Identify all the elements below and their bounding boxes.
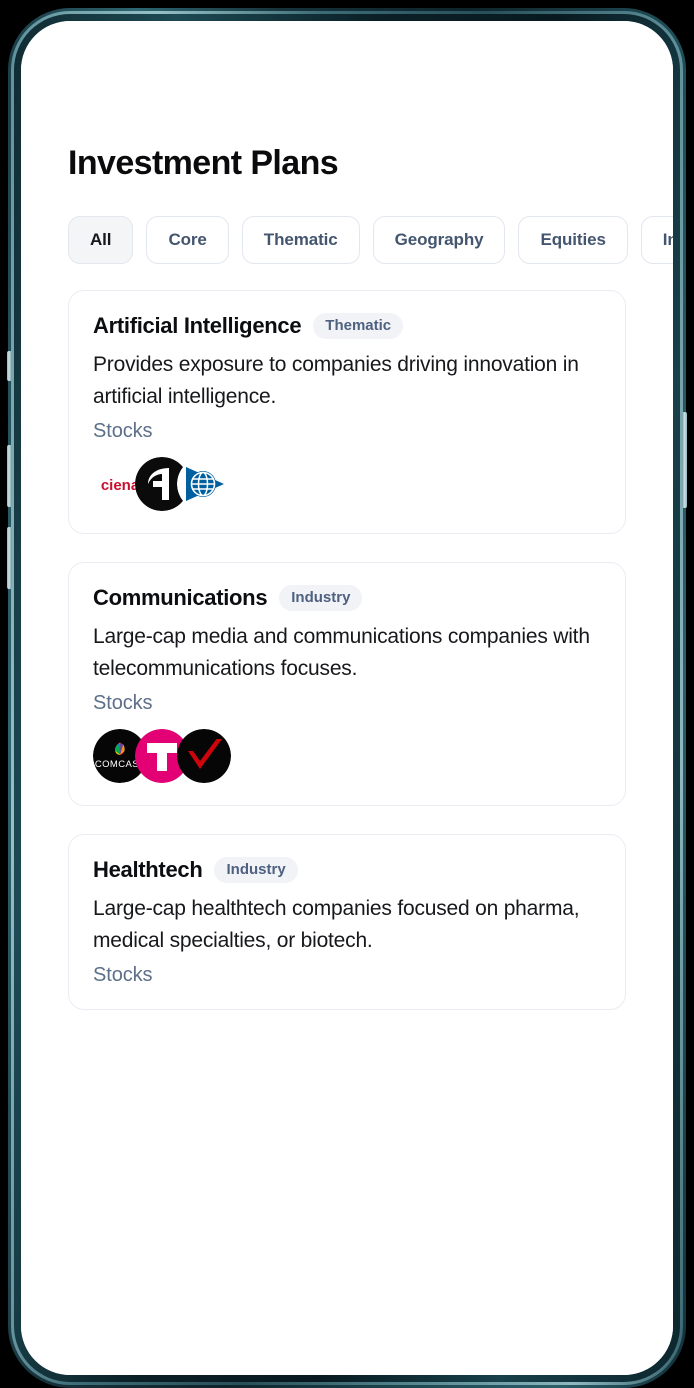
plan-category-badge: Thematic — [313, 313, 404, 340]
filter-chip-core[interactable]: Core — [146, 216, 229, 265]
filter-chip-all[interactable]: All — [68, 216, 134, 265]
plan-title: Healthtech — [93, 857, 203, 883]
power-button[interactable] — [682, 412, 687, 508]
plan-category-badge: Industry — [279, 585, 363, 612]
phone-screen: Investment Plans All Core Thematic Geograph… — [21, 21, 673, 1375]
plan-card[interactable]: Communications Industry Large-cap media an… — [68, 562, 626, 807]
volume-up-button[interactable] — [7, 445, 12, 507]
filter-chip-label: All — [90, 230, 112, 250]
filter-chip-label: Geography — [394, 230, 484, 250]
plan-asset-class: Stocks — [93, 692, 153, 715]
plan-card[interactable]: Artificial Intelligence Thematic Provides … — [68, 290, 626, 535]
holding-logo-row: ciena — [93, 457, 601, 512]
filter-chip-label: Core — [168, 230, 207, 250]
plan-card-header: Healthtech Industry — [93, 857, 601, 884]
filter-chip-geography[interactable]: Geography — [372, 216, 506, 265]
filter-chip-label: Industry — [662, 230, 673, 250]
page-title: Investment Plans — [68, 144, 339, 182]
plan-description: Large-cap media and communications compa… — [93, 625, 590, 681]
plan-card-list: Artificial Intelligence Thematic Provides … — [21, 290, 673, 1010]
filter-chip-label: Thematic — [263, 230, 338, 250]
plan-title: Communications — [93, 585, 268, 611]
silent-switch-button[interactable] — [7, 351, 12, 381]
plan-asset-class: Stocks — [93, 963, 153, 986]
plan-asset-class: Stocks — [93, 420, 153, 443]
svg-text:ciena: ciena — [101, 477, 140, 494]
volume-down-button[interactable] — [7, 527, 12, 589]
phone-device-frame: Investment Plans All Core Thematic Geograph… — [7, 8, 687, 1388]
holding-logo-row: COMCAST — [93, 729, 601, 784]
plan-card-header: Communications Industry — [93, 585, 601, 612]
filter-chip-equities[interactable]: Equities — [518, 216, 628, 265]
filter-chip-industry[interactable]: Industry — [640, 216, 673, 265]
investment-plans-app: Investment Plans All Core Thematic Geograph… — [21, 21, 673, 1375]
plan-description: Large-cap healthtech companies focused o… — [93, 897, 580, 952]
plan-description: Provides exposure to companies driving i… — [93, 353, 579, 409]
filter-chip-label: Equities — [540, 230, 606, 250]
filter-chip-row[interactable]: All Core Thematic Geography Equities Industry — [21, 216, 673, 265]
plan-card-header: Artificial Intelligence Thematic — [93, 313, 601, 340]
verizon-logo — [177, 729, 231, 784]
plan-card[interactable]: Healthtech Industry Large-cap healthtech c… — [68, 834, 626, 1010]
filter-chip-thematic[interactable]: Thematic — [241, 216, 360, 265]
plan-category-badge: Industry — [214, 857, 298, 884]
trimble-logo — [177, 457, 231, 512]
plan-title: Artificial Intelligence — [93, 313, 302, 339]
